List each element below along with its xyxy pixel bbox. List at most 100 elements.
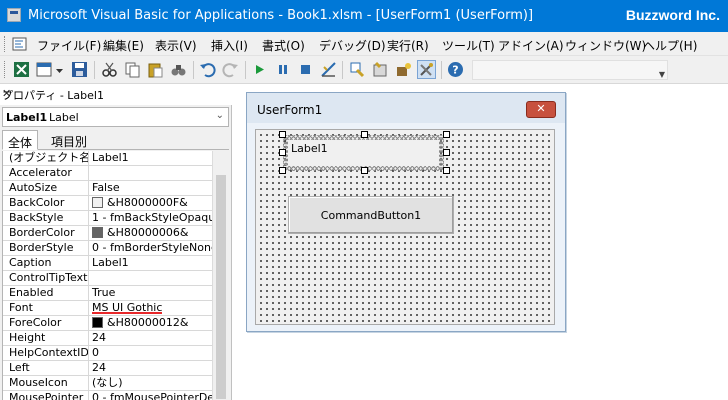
menu-file[interactable]: ファイル(F): [37, 37, 101, 54]
close-icon[interactable]: ✕: [2, 87, 228, 100]
close-button[interactable]: ✕: [526, 101, 556, 118]
undo-icon[interactable]: [199, 61, 216, 78]
property-value[interactable]: 0 - fmMousePointerDefault: [90, 391, 212, 400]
property-value[interactable]: &H80000012&: [90, 316, 212, 331]
toolbox-icon[interactable]: [417, 60, 436, 79]
property-row[interactable]: (オブジェクト名) Label1: [3, 151, 212, 166]
font-highlight-underline: [92, 312, 162, 314]
property-row[interactable]: AutoSize False: [3, 181, 212, 196]
property-row[interactable]: Enabled True: [3, 286, 212, 301]
property-value[interactable]: &H80000006&: [90, 226, 212, 241]
resize-handle-n[interactable]: [361, 131, 368, 138]
resize-handle-ne[interactable]: [443, 131, 450, 138]
property-value[interactable]: 0 - fmBorderStyleNone: [90, 241, 212, 256]
property-value[interactable]: 24: [90, 361, 212, 376]
insert-object-icon[interactable]: [36, 61, 53, 78]
resize-handle-nw[interactable]: [279, 131, 286, 138]
property-row[interactable]: Left 24: [3, 361, 212, 376]
property-row[interactable]: Caption Label1: [3, 256, 212, 271]
property-name: BackColor: [3, 196, 89, 211]
copy-icon[interactable]: [124, 61, 141, 78]
chevron-down-icon[interactable]: ⌄: [216, 110, 224, 121]
toolbar-separator: [342, 61, 343, 79]
userform-title: UserForm1: [257, 103, 323, 117]
project-explorer-icon[interactable]: [349, 61, 366, 78]
property-row[interactable]: MouseIcon (なし): [3, 376, 212, 391]
property-row[interactable]: MousePointer0 - fmMousePointerDefault: [3, 391, 212, 400]
property-row[interactable]: BackStyle 1 - fmBackStyleOpaque: [3, 211, 212, 226]
cut-icon[interactable]: [101, 61, 118, 78]
property-row[interactable]: BorderColor &H80000006&: [3, 226, 212, 241]
menu-run[interactable]: 実行(R): [387, 37, 429, 54]
properties-scrollbar[interactable]: [212, 151, 229, 400]
dropdown-arrow-icon[interactable]: [55, 61, 64, 78]
properties-icon[interactable]: [372, 61, 389, 78]
property-value[interactable]: True: [90, 286, 212, 301]
property-name: Height: [3, 331, 89, 346]
property-row[interactable]: BorderStyle 0 - fmBorderStyleNone: [3, 241, 212, 256]
property-value[interactable]: False: [90, 181, 212, 196]
property-value[interactable]: Label1: [90, 256, 212, 271]
property-value[interactable]: &H8000000F&: [90, 196, 212, 211]
property-value[interactable]: [90, 166, 212, 181]
resize-handle-se[interactable]: [443, 167, 450, 174]
property-name: ForeColor: [3, 316, 89, 331]
property-value[interactable]: [90, 271, 212, 286]
label-control[interactable]: Label1: [283, 135, 444, 171]
property-row[interactable]: ControlTipText: [3, 271, 212, 286]
property-name: ControlTipText: [3, 271, 89, 286]
menu-format[interactable]: 書式(O): [262, 37, 305, 54]
tab-categorized[interactable]: 項目別: [46, 130, 92, 150]
excel-view-icon[interactable]: [13, 61, 30, 78]
property-name: (オブジェクト名): [3, 151, 89, 166]
toolbar-overflow-icon[interactable]: ▼: [659, 70, 665, 79]
menu-debug[interactable]: デバッグ(D): [319, 37, 386, 54]
resize-handle-w[interactable]: [279, 149, 286, 156]
save-icon[interactable]: [71, 61, 88, 78]
property-value[interactable]: (なし): [90, 376, 212, 391]
property-row[interactable]: Accelerator: [3, 166, 212, 181]
menu-help[interactable]: ヘルプ(H): [643, 37, 697, 54]
property-row[interactable]: BackColor &H8000000F&: [3, 196, 212, 211]
design-mode-icon[interactable]: [320, 61, 337, 78]
property-value[interactable]: 1 - fmBackStyleOpaque: [90, 211, 212, 226]
property-value[interactable]: Label1: [90, 151, 212, 166]
reset-icon[interactable]: [297, 61, 314, 78]
property-row[interactable]: Height 24: [3, 331, 212, 346]
property-value[interactable]: 0: [90, 346, 212, 361]
property-row[interactable]: ForeColor &H80000012&: [3, 316, 212, 331]
view-code-menu-icon[interactable]: [12, 37, 27, 51]
help-icon[interactable]: ?: [447, 61, 464, 78]
tab-alphabetic[interactable]: 全体: [2, 130, 39, 150]
find-icon[interactable]: [170, 61, 187, 78]
command-button-control[interactable]: CommandButton1: [288, 196, 454, 234]
object-name: Label1: [6, 111, 48, 124]
break-icon[interactable]: [274, 61, 291, 78]
menu-edit[interactable]: 編集(E): [103, 37, 144, 54]
properties-title-bar: プロパティ - Label1 ✕: [0, 84, 232, 105]
color-swatch: [92, 317, 103, 328]
properties-tabs: 全体 項目別: [2, 130, 229, 150]
property-name: BackStyle: [3, 211, 89, 226]
property-value[interactable]: 24: [90, 331, 212, 346]
svg-text:?: ?: [452, 64, 458, 77]
resize-handle-e[interactable]: [443, 149, 450, 156]
paste-icon[interactable]: [147, 61, 164, 78]
toolbar-grip: [4, 61, 7, 78]
resize-handle-s[interactable]: [361, 167, 368, 174]
property-row[interactable]: HelpContextID 0: [3, 346, 212, 361]
userform-canvas[interactable]: Label1 CommandButton1: [255, 129, 555, 325]
object-selector[interactable]: Label1 Label ⌄: [2, 107, 229, 127]
menu-addins[interactable]: アドイン(A): [498, 37, 564, 54]
redo-icon[interactable]: [222, 61, 239, 78]
menu-insert[interactable]: 挿入(I): [211, 37, 248, 54]
menu-tools[interactable]: ツール(T): [442, 37, 495, 54]
object-browser-icon[interactable]: [395, 61, 412, 78]
property-value-text: &H8000000F&: [107, 196, 188, 209]
resize-handle-sw[interactable]: [279, 167, 286, 174]
label-control-body: Label1: [288, 140, 439, 166]
menu-window[interactable]: ウィンドウ(W): [565, 37, 646, 54]
menu-view[interactable]: 表示(V): [155, 37, 197, 54]
scrollbar-thumb[interactable]: [216, 175, 226, 399]
run-icon[interactable]: [251, 61, 268, 78]
